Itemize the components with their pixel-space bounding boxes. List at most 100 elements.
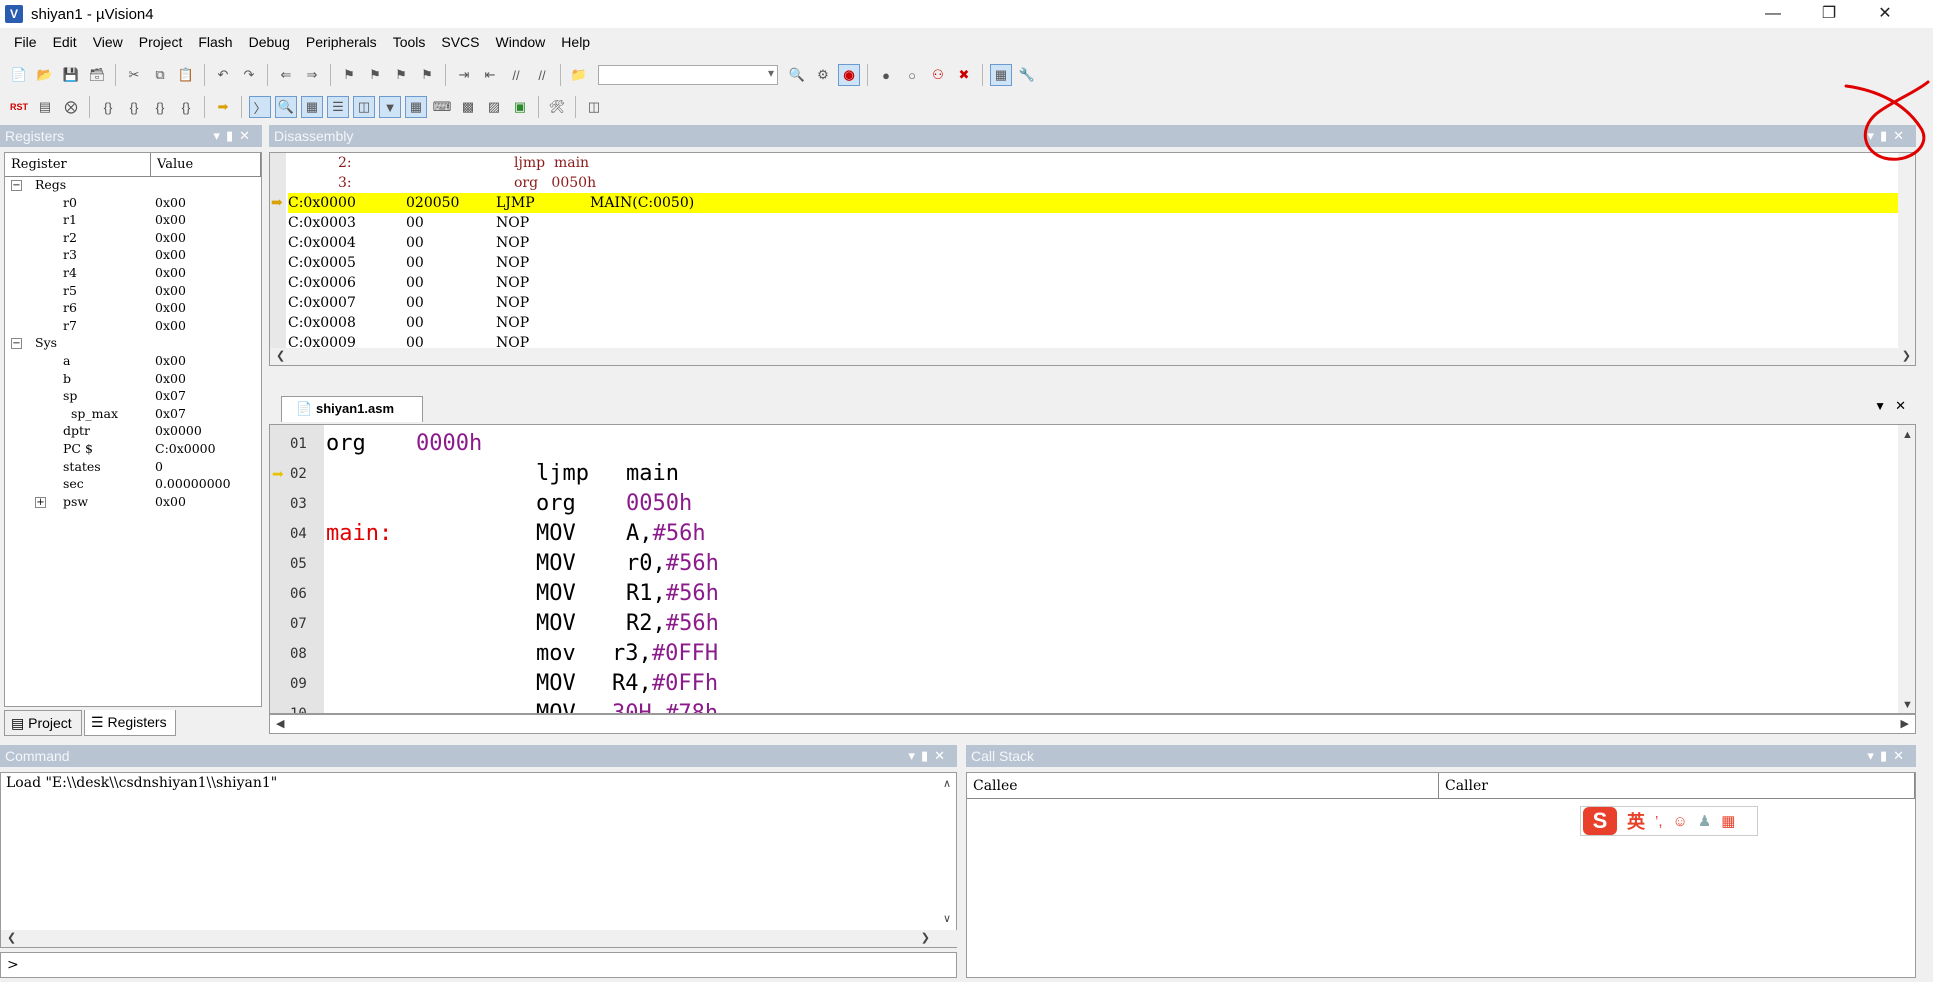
step-out-icon[interactable]: {} — [149, 96, 171, 118]
editor-tab[interactable]: 📄 shiyan1.asm — [281, 396, 423, 422]
register-row[interactable]: + psw 0x00 — [5, 494, 261, 512]
bookmark-next-icon[interactable]: ⚑ — [390, 64, 412, 86]
register-row[interactable]: r7 0x00 — [5, 318, 261, 336]
disable-all-breakpoints-icon[interactable]: ⚇ — [927, 64, 949, 86]
register-row[interactable]: PC $ C:0x0000 — [5, 441, 261, 459]
register-row[interactable]: states 0 — [5, 459, 261, 477]
close-icon[interactable]: ✕ — [934, 748, 951, 763]
disassembly-vscroll[interactable] — [1898, 153, 1915, 349]
code-line[interactable]: 04 main: MOV A, #56h — [270, 519, 1890, 549]
run-icon[interactable]: ▤ — [34, 96, 56, 118]
disassembly-line[interactable]: C:0x0004 00 NOP — [288, 233, 1908, 253]
register-value[interactable]: 0x00 — [155, 283, 186, 298]
menu-file[interactable]: File — [6, 34, 45, 50]
menu-flash[interactable]: Flash — [190, 34, 240, 50]
disassembly-hscroll[interactable]: ❮ ❯ — [270, 348, 1915, 365]
tab-project[interactable]: ▤ Project — [4, 710, 82, 736]
redo-icon[interactable]: ↷ — [238, 64, 260, 86]
disassembly-line[interactable]: C:0x0000 020050 LJMP MAIN(C:0050) ➡ — [271, 193, 1908, 213]
punct-icon[interactable]: ’, — [1655, 813, 1663, 830]
new-file-icon[interactable]: 📄 — [8, 64, 30, 86]
column-callee[interactable]: Callee — [967, 773, 1439, 798]
nav-forward-icon[interactable]: ⇒ — [301, 64, 323, 86]
source-line[interactable]: 3: org 0050h — [288, 173, 1908, 193]
step-into-icon[interactable]: {} — [97, 96, 119, 118]
menu-tools[interactable]: Tools — [385, 34, 434, 50]
save-all-icon[interactable]: 🗃 — [86, 64, 108, 86]
command-vscroll[interactable]: ∧ ∨ — [939, 773, 956, 929]
register-value[interactable]: 0x00 — [155, 300, 186, 315]
register-value[interactable]: 0 — [155, 459, 163, 474]
register-value[interactable]: 0x00 — [155, 353, 186, 368]
code-line[interactable]: 02 ljmp main ➡ — [270, 459, 1890, 489]
serial-window-icon[interactable]: ⌨ — [431, 96, 453, 118]
watch-window-icon[interactable]: ▼ — [379, 96, 401, 118]
register-value[interactable]: 0x00 — [155, 318, 186, 333]
close-icon[interactable]: ✕ — [239, 128, 256, 143]
stop-icon[interactable]: ⨂ — [60, 96, 82, 118]
pin-icon[interactable]: ▮ — [921, 748, 934, 763]
disassembly-line[interactable]: C:0x0003 00 NOP — [288, 213, 1908, 233]
close-icon[interactable]: ✕ — [1895, 398, 1906, 414]
register-value[interactable]: 0x00 — [155, 212, 186, 227]
callstack-window-icon[interactable]: ◫ — [353, 96, 375, 118]
register-value[interactable]: 0x00 — [155, 371, 186, 386]
ime-toolbar[interactable]: S 英 ’, ☺ ♟ ▦ — [1580, 806, 1758, 836]
menu-project[interactable]: Project — [131, 34, 191, 50]
register-row[interactable]: sp 0x07 — [5, 388, 261, 406]
register-value[interactable]: 0x07 — [155, 388, 186, 403]
toolbox-icon[interactable]: 🛠 — [546, 96, 568, 118]
nav-back-icon[interactable]: ⇐ — [275, 64, 297, 86]
register-value[interactable]: 0x00 — [155, 247, 186, 262]
registers-window-icon[interactable]: ☰ — [327, 96, 349, 118]
register-value[interactable]: 0x07 — [155, 406, 186, 421]
disassembly-line[interactable]: C:0x0006 00 NOP — [288, 273, 1908, 293]
copy-icon[interactable]: ⧉ — [149, 64, 171, 86]
menu-view[interactable]: View — [85, 34, 131, 50]
code-line[interactable]: 05 MOV r0, #56h — [270, 549, 1890, 579]
column-value[interactable]: Value — [151, 153, 261, 176]
bookmark-clear-icon[interactable]: ⚑ — [416, 64, 438, 86]
register-row[interactable]: r0 0x00 — [5, 195, 261, 213]
register-value[interactable]: 0.00000000 — [155, 476, 231, 491]
user-icon[interactable]: ♟ — [1698, 812, 1711, 830]
window-layout-icon[interactable]: ▦ — [990, 64, 1012, 86]
restore-button[interactable]: ❐ — [1801, 0, 1857, 28]
menu-peripherals[interactable]: Peripherals — [298, 34, 385, 50]
bookmark-prev-icon[interactable]: ⚑ — [364, 64, 386, 86]
collapse-icon[interactable]: − — [11, 338, 22, 350]
trace-window-icon[interactable]: ▨ — [483, 96, 505, 118]
close-button[interactable]: ✕ — [1857, 0, 1913, 28]
code-line[interactable]: 08 mov r3, #0FFH — [270, 639, 1890, 669]
command-window-icon[interactable]: 〉 — [249, 96, 271, 118]
pin-icon[interactable]: ▮ — [226, 128, 239, 143]
source-line[interactable]: 2: ljmp main — [288, 153, 1908, 173]
kill-all-breakpoints-icon[interactable]: ✖ — [953, 64, 975, 86]
register-row[interactable]: r3 0x00 — [5, 247, 261, 265]
register-value[interactable]: C:0x0000 — [155, 441, 216, 456]
disassembly-view[interactable]: 2: ljmp main 3: org 0050h C:0x0000 020050 LJMP… — [269, 152, 1916, 366]
collapse-icon[interactable]: − — [11, 180, 22, 191]
find-combo[interactable] — [598, 65, 778, 85]
step-over-icon[interactable]: {} — [123, 96, 145, 118]
menu-window[interactable]: Window — [488, 34, 554, 50]
debug-session-icon[interactable]: ◉ — [838, 64, 860, 86]
disassembly-window-icon[interactable]: 🔍 — [275, 96, 297, 118]
register-row[interactable]: − Regs — [5, 177, 261, 195]
dropdown-icon[interactable]: ▾ — [908, 748, 921, 763]
code-line[interactable]: 03 org 0050h — [270, 489, 1890, 519]
menu-debug[interactable]: Debug — [241, 34, 298, 50]
column-caller[interactable]: Caller — [1439, 773, 1915, 798]
tab-list-icon[interactable]: ▼ — [1874, 399, 1886, 413]
register-row[interactable]: r2 0x00 — [5, 230, 261, 248]
pin-icon[interactable]: ▮ — [1880, 748, 1893, 763]
code-line[interactable]: 07 MOV R2, #56h — [270, 609, 1890, 639]
code-line[interactable]: 06 MOV R1, #56h — [270, 579, 1890, 609]
configure-icon[interactable]: 🔧 — [1016, 64, 1038, 86]
expand-icon[interactable]: + — [35, 496, 46, 508]
grid-icon[interactable]: ▦ — [1721, 812, 1735, 830]
menu-svcs[interactable]: SVCS — [433, 34, 487, 50]
breakpoint-icon[interactable]: ● — [875, 64, 897, 86]
memory-window-icon[interactable]: ▦ — [405, 96, 427, 118]
column-register[interactable]: Register — [5, 153, 151, 176]
